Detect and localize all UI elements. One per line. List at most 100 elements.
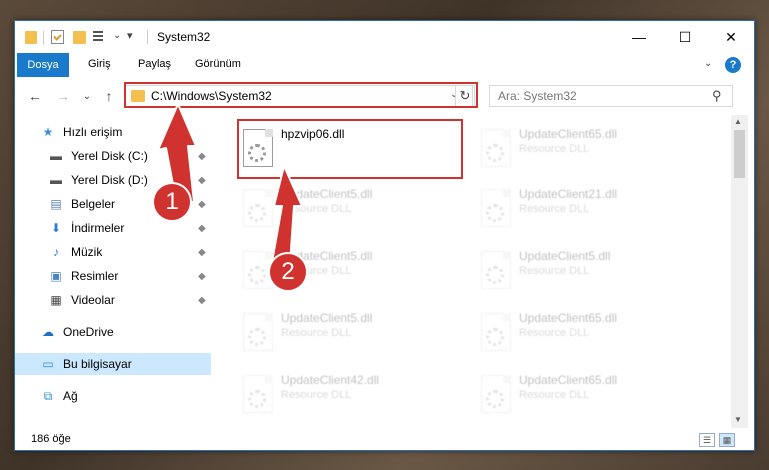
address-highlight-box [124,82,478,108]
sidebar-item-label: Ağ [63,389,78,403]
recent-locations-button[interactable]: ⌄ [77,85,97,107]
pin-icon[interactable]: ◆ [198,247,206,258]
pin-icon[interactable]: ◆ [198,175,206,186]
search-icon[interactable]: ⚲ [712,88,722,104]
help-button[interactable]: ? [725,57,741,73]
sidebar-item-label: İndirmeler [71,221,125,235]
file-name: UpdateClient65.dll [519,127,618,141]
large-icons-view-icon[interactable]: ▦ [719,433,735,447]
dll-file-icon [243,189,273,227]
file-name: UpdateClient5.dll [281,311,373,325]
qa-dropdown-icon[interactable]: ▾ [127,29,133,42]
customize-icon[interactable] [93,30,107,44]
tab-share[interactable]: Paylaş [138,58,171,70]
music-icon: ♪ [53,245,59,259]
search-input[interactable]: Ara: System32 ⚲ [489,85,733,107]
file-item[interactable]: UpdateClient5.dll Resource DLL [233,243,453,301]
cloud-icon: ☁ [42,325,54,339]
file-type: Resource DLL [519,389,590,401]
pin-icon[interactable]: ◆ [198,199,206,210]
file-item[interactable]: UpdateClient65.dll Resource DLL [471,305,691,363]
sidebar-item-this-pc[interactable]: ▭ Bu bilgisayar [15,353,211,375]
tab-file[interactable]: Dosya [17,53,69,77]
file-name: UpdateClient21.dll [519,187,618,201]
search-placeholder: Ara: System32 [498,89,577,103]
new-folder-icon[interactable] [73,31,86,44]
folder-icon [25,31,37,44]
download-icon: ⬇ [50,221,62,235]
details-view-icon[interactable]: ☰ [699,433,715,447]
ribbon-tabs: Dosya Giriş Paylaş Görünüm ⌄ ? [15,53,754,77]
sidebar-item-label: OneDrive [63,325,114,339]
title-separator [147,30,148,44]
scrollbar-thumb[interactable] [734,130,745,178]
scroll-down-icon[interactable]: ▼ [734,415,742,424]
step-marker-2: 2 [268,252,308,292]
up-button[interactable]: ↑ [99,85,119,107]
file-highlight-box [237,119,463,179]
explorer-window: ⌄ ▾ System32 — ☐ ✕ Dosya Giriş Paylaş Gö… [14,20,755,451]
chevron-down-icon[interactable]: ⌄ [113,30,121,41]
sidebar-item-label: Belgeler [71,197,116,211]
tab-home[interactable]: Giriş [88,58,111,70]
file-type: Resource DLL [281,203,352,215]
drive-icon: ▬ [50,149,62,163]
file-type: Resource DLL [519,265,590,277]
sidebar-item-music[interactable]: ♪ Müzik ◆ [15,241,211,263]
pin-icon[interactable]: ◆ [198,223,206,234]
sidebar-item-label: Yerel Disk (C:) [71,149,148,163]
file-type: Resource DLL [281,327,352,339]
file-item[interactable]: UpdateClient5.dll Resource DLL [233,305,453,363]
sidebar-item-label: Bu bilgisayar [63,357,132,371]
dll-file-icon [243,313,273,351]
dll-file-icon [243,375,273,413]
navigation-pane: ★ Hızlı erişim ▬ Yerel Disk (C:) ◆ ▬ Yer… [15,115,211,428]
sidebar-item-label: Müzik [71,245,103,259]
forward-button[interactable]: → [53,85,73,107]
file-name: UpdateClient65.dll [519,373,618,387]
file-item[interactable]: UpdateClient5.dll Resource DLL [471,243,691,301]
sidebar-item-local-disk-c[interactable]: ▬ Yerel Disk (C:) ◆ [15,145,211,167]
file-type: Resource DLL [519,203,590,215]
vertical-scrollbar[interactable]: ▲ ▼ [731,115,748,428]
drive-icon: ▬ [50,173,62,187]
sidebar-item-videos[interactable]: ▦ Videolar ◆ [15,289,211,311]
sidebar-item-downloads[interactable]: ⬇ İndirmeler ◆ [15,217,211,239]
sidebar-item-pictures[interactable]: ▣ Resimler ◆ [15,265,211,287]
dll-file-icon [481,313,511,351]
pin-icon[interactable]: ◆ [198,151,206,162]
sidebar-item-onedrive[interactable]: ☁ OneDrive [15,321,211,343]
scroll-up-icon[interactable]: ▲ [734,117,742,126]
minimize-button[interactable]: — [616,21,662,53]
sidebar-item-label: Yerel Disk (D:) [71,173,148,187]
dll-file-icon [481,375,511,413]
file-item[interactable]: UpdateClient65.dll Resource DLL [471,121,691,179]
maximize-button[interactable]: ☐ [662,21,708,53]
pin-icon[interactable]: ◆ [198,271,206,282]
file-type: Resource DLL [519,143,590,155]
pin-icon[interactable]: ◆ [198,295,206,306]
ribbon-expand-icon[interactable]: ⌄ [704,58,712,69]
file-item[interactable]: UpdateClient21.dll Resource DLL [471,181,691,239]
file-item[interactable]: UpdateClient42.dll Resource DLL [233,367,453,425]
file-name: UpdateClient5.dll [519,249,611,263]
sidebar-item-label: Hızlı erişim [63,125,123,139]
file-item[interactable]: UpdateClient5.dll Resource DLL [233,181,453,239]
tab-view[interactable]: Görünüm [195,58,241,70]
sidebar-item-quick-access[interactable]: ★ Hızlı erişim [15,121,211,143]
dll-file-icon [481,189,511,227]
computer-icon: ▭ [42,357,54,371]
star-icon: ★ [42,125,54,139]
pictures-icon: ▣ [50,269,62,283]
documents-icon: ▤ [50,197,62,211]
close-button[interactable]: ✕ [708,21,754,53]
file-item[interactable]: UpdateClient65.dll Resource DLL [471,367,691,425]
window-title: System32 [157,30,211,44]
file-name: UpdateClient65.dll [519,311,618,325]
divider [43,31,44,45]
back-button[interactable]: ← [25,85,45,107]
properties-icon[interactable] [51,30,64,44]
sidebar-item-label: Videolar [71,293,115,307]
file-type: Resource DLL [281,389,352,401]
sidebar-item-network[interactable]: ⧉ Ağ [15,385,211,407]
